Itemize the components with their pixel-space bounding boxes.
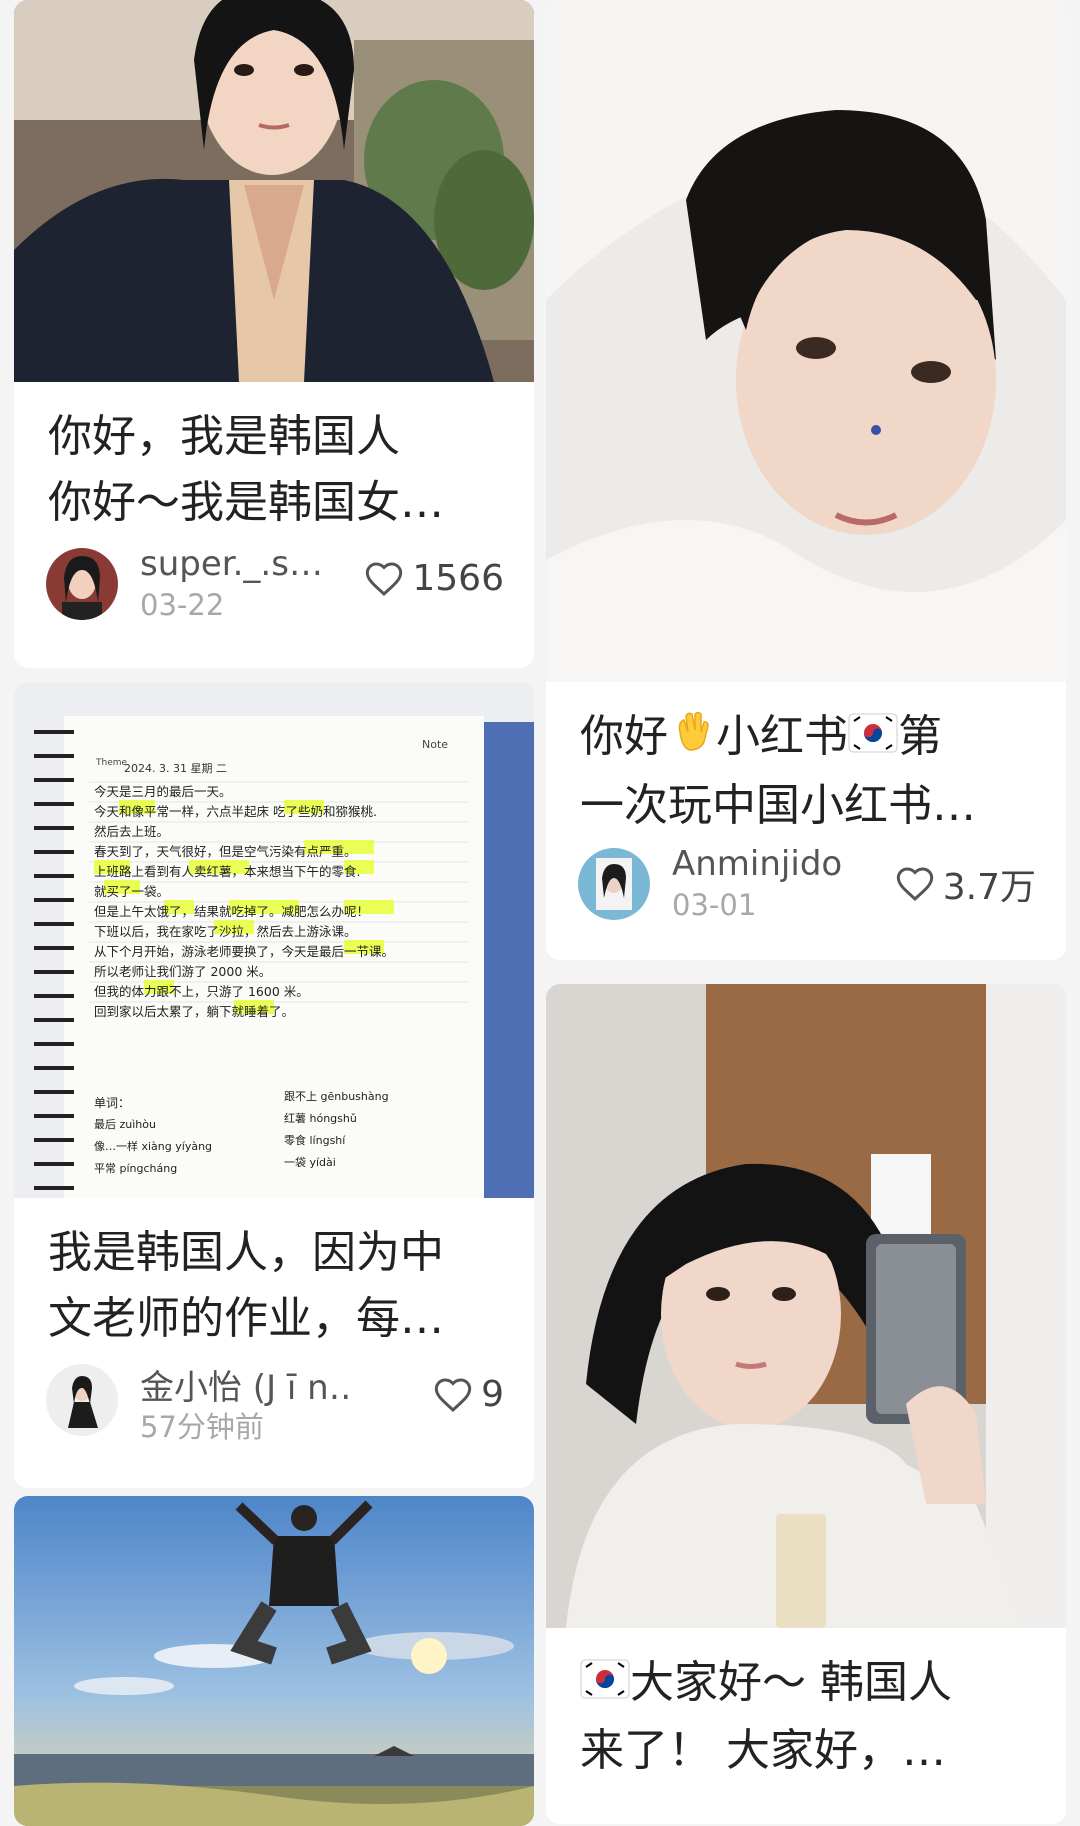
- post-date: 57分钟前: [140, 1410, 264, 1444]
- note-meta: 金小怡 (J ī n… 57分钟前 9: [14, 1352, 534, 1452]
- author-name[interactable]: Anminjido: [672, 844, 842, 884]
- avatar[interactable]: [578, 848, 650, 920]
- korea-flag-icon: [580, 1652, 630, 1718]
- note-card[interactable]: [14, 1496, 534, 1826]
- vocab-item: 像…一样 xiàng yíyàng: [94, 1140, 213, 1153]
- author-name[interactable]: 金小怡 (J ī n…: [140, 1360, 350, 1409]
- vocab-item: 最后 zuìhòu: [94, 1118, 156, 1131]
- heart-icon: [896, 867, 933, 902]
- note-title-line: 一次玩中国小红书…: [580, 779, 976, 831]
- note-card[interactable]: Note Theme 2024. 3. 31 星期 二 今天是三月的最后一天。今…: [14, 682, 534, 1488]
- vocab-item: 一袋 yídài: [284, 1156, 336, 1169]
- note-title-line: 文老师的作业，每…: [48, 1293, 444, 1344]
- notebook-line: 从下个月开始，游泳老师要换了，今天是最后一节课。: [94, 944, 395, 959]
- notebook-line: 下班以后，我在家吃了沙拉，然后去上游泳课。: [94, 924, 357, 939]
- note-title[interactable]: 大家好～ 韩国人 来了！ 大家好，…: [546, 1628, 1066, 1782]
- note-card[interactable]: 大家好～ 韩国人 来了！ 大家好，…: [546, 984, 1066, 1824]
- title-text: 大家好～ 韩国人: [630, 1657, 952, 1708]
- notebook-line: 但我的体力跟不上，只游了 1600 米。: [94, 984, 309, 999]
- note-title-line: 你好，我是韩国人: [48, 411, 400, 462]
- like-count: 1566: [412, 558, 504, 599]
- vocab-right-list: 跟不上 gēnbushàng 红薯 hóngshǔ 零食 língshí 一袋 yíd…: [284, 1086, 389, 1174]
- note-card[interactable]: 你好 小红书第 一次玩中国小红书… Anminjido 03-01 3.7万: [546, 0, 1066, 960]
- note-cover-image[interactable]: [546, 0, 1066, 682]
- like-button[interactable]: 1566: [364, 558, 504, 599]
- note-title-line: 大家好～ 韩国人: [580, 1650, 1032, 1718]
- korea-flag-icon: [848, 706, 898, 772]
- avatar[interactable]: [46, 548, 118, 620]
- notebook-line: 春天到了，天气很好，但是空气污染有点严重。: [94, 844, 357, 859]
- notebook-line: 就买了一袋。: [94, 884, 170, 899]
- like-count: 9: [481, 1374, 504, 1415]
- note-title-line: 我是韩国人，因为中: [48, 1227, 444, 1278]
- heart-icon: [366, 561, 403, 596]
- note-title[interactable]: 我是韩国人，因为中 文老师的作业，每…: [14, 1198, 534, 1352]
- like-button[interactable]: 3.7万: [895, 858, 1036, 910]
- avatar[interactable]: [46, 1364, 118, 1436]
- title-prefix: 你好: [580, 711, 668, 762]
- note-cover-image[interactable]: [546, 984, 1066, 1628]
- note-title[interactable]: 你好，我是韩国人 你好～我是韩国女…: [14, 382, 534, 536]
- vocab-item: 零食 língshí: [284, 1134, 346, 1147]
- notebook-brand: Note: [422, 738, 449, 751]
- waving-hand-icon: [668, 706, 716, 773]
- notebook-line: 上班路上看到有人卖红薯，本来想当下午的零食.: [94, 864, 361, 879]
- note-card[interactable]: 你好，我是韩国人 你好～我是韩国女… super._.s… 03-22 1566: [14, 0, 534, 668]
- notebook-line: 所以老师让我们游了 2000 米。: [94, 964, 272, 979]
- note-meta: Anminjido 03-01 3.7万: [546, 836, 1066, 936]
- note-title-line: 你好～我是韩国女…: [48, 477, 444, 528]
- notebook-line: 今天和像平常一样，六点半起床 吃了些奶和猕猴桃.: [94, 804, 377, 819]
- note-meta: super._.s… 03-22 1566: [14, 536, 534, 636]
- note-cover-image[interactable]: [14, 1496, 534, 1826]
- vocab-item: 跟不上 gēnbushàng: [284, 1090, 389, 1103]
- title-text: 第: [898, 711, 942, 762]
- like-button[interactable]: 9: [433, 1374, 504, 1415]
- note-title-line: 来了！ 大家好，…: [580, 1725, 946, 1776]
- vocab-left-list: 最后 zuìhòu 像…一样 xiàng yíyàng 平常 píngcháng: [94, 1114, 212, 1180]
- vocab-title: 单词：: [94, 1096, 131, 1110]
- notebook-line: 今天是三月的最后一天。: [94, 784, 232, 799]
- note-cover-image[interactable]: Note Theme 2024. 3. 31 星期 二 今天是三月的最后一天。今…: [14, 682, 534, 1198]
- notebook-line: 然后去上班。: [94, 824, 170, 839]
- vocab-item: 平常 píngcháng: [94, 1162, 178, 1175]
- title-text: 小红书: [716, 711, 848, 762]
- like-count: 3.7万: [942, 867, 1036, 908]
- notebook-lines: 今天是三月的最后一天。今天和像平常一样，六点半起床 吃了些奶和猕猴桃. 然后去上班…: [94, 782, 454, 1022]
- notebook-date: 2024. 3. 31 星期 二: [124, 762, 227, 775]
- note-title[interactable]: 你好 小红书第 一次玩中国小红书…: [546, 682, 1066, 836]
- note-cover-image[interactable]: [14, 0, 534, 382]
- note-title-line: 你好 小红书第: [580, 704, 1032, 773]
- notebook-line: 但是上午太饿了，结果就吃掉了。减肥怎么办呢！: [94, 904, 370, 919]
- author-name[interactable]: super._.s…: [140, 544, 323, 584]
- notebook-line: 回到家以后太累了，躺下就睡着了。: [94, 1004, 295, 1019]
- notebook-theme-label: Theme: [96, 758, 128, 768]
- post-date: 03-22: [140, 588, 225, 622]
- post-date: 03-01: [672, 888, 757, 922]
- vocab-item: 红薯 hóngshǔ: [284, 1112, 357, 1125]
- heart-icon: [434, 1377, 472, 1412]
